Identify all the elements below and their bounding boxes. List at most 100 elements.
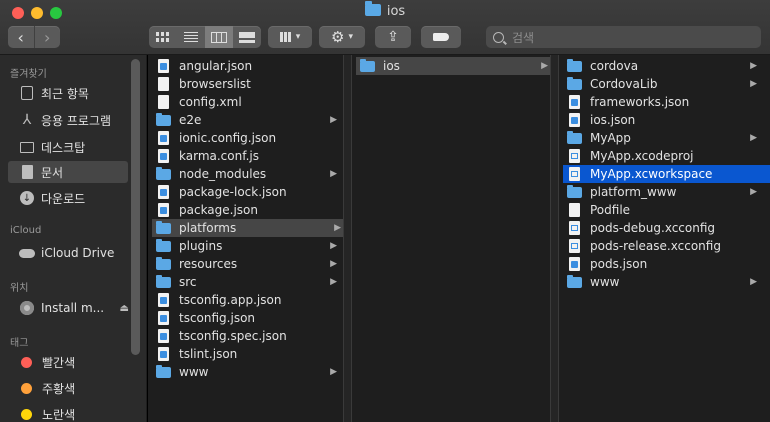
sidebar-item-tag-red[interactable]: 빨간색 [19, 351, 129, 373]
item-name: MyApp.xcworkspace [590, 167, 713, 181]
item-name: pods-release.xcconfig [590, 239, 721, 253]
file-icon [158, 329, 169, 343]
file-row[interactable]: tsconfig.json [156, 309, 339, 327]
gallery-view-button[interactable] [233, 26, 261, 48]
file-row[interactable]: pods.json [567, 255, 759, 273]
folder-row[interactable]: node_modules ▶ [156, 165, 339, 183]
folder-row[interactable]: resources ▶ [156, 255, 339, 273]
recents-icon [19, 85, 35, 101]
sidebar-item-applications[interactable]: ⅄ 응용 프로그램 [19, 109, 129, 131]
file-row[interactable]: pods-debug.xcconfig [567, 219, 759, 237]
finder-window: ios ‹ › ▾ ⚙ ▾ ⇪ 검색 즐겨찾기 최근 항목 ⅄ 응용 프로그램 … [0, 0, 770, 422]
folder-row[interactable]: plugins ▶ [156, 237, 339, 255]
list-view-button[interactable] [177, 26, 205, 48]
folder-icon [567, 58, 582, 72]
file-row[interactable]: package.json [156, 201, 339, 219]
file-row[interactable]: karma.conf.js [156, 147, 339, 165]
sidebar-item-documents[interactable]: 문서 [8, 161, 128, 183]
sidebar-item-recents[interactable]: 최근 항목 [19, 82, 129, 104]
sidebar-item-tag-orange[interactable]: 주황색 [19, 377, 129, 399]
folder-row[interactable]: www ▶ [567, 273, 759, 291]
search-placeholder: 검색 [512, 30, 535, 45]
folder-row[interactable]: src ▶ [156, 273, 339, 291]
item-name: www [179, 365, 209, 379]
sidebar-scrollbar[interactable] [131, 59, 140, 355]
item-name: tsconfig.json [179, 311, 256, 325]
search-field[interactable]: 검색 [486, 26, 761, 48]
chevron-right-icon: ▶ [330, 277, 337, 287]
icon-view-icon [156, 32, 170, 42]
window-title: ios [0, 1, 770, 19]
sidebar-heading-tags: 태그 [10, 338, 29, 349]
folder-icon [156, 364, 171, 378]
file-row[interactable]: MyApp.xcworkspace [563, 165, 770, 183]
chevron-right-icon: ▶ [330, 259, 337, 269]
item-name: tslint.json [179, 347, 238, 361]
file-icon [569, 221, 580, 235]
folder-row[interactable]: e2e ▶ [156, 111, 339, 129]
folder-row[interactable]: cordova ▶ [567, 57, 759, 75]
folder-icon [567, 184, 582, 198]
folder-row[interactable]: platform_www ▶ [567, 183, 759, 201]
file-icon [158, 77, 169, 91]
back-button[interactable]: ‹ [8, 26, 34, 48]
file-icon [569, 239, 580, 253]
folder-row[interactable]: CordovaLib ▶ [567, 75, 759, 93]
item-name: frameworks.json [590, 95, 690, 109]
group-by-button[interactable]: ▾ [268, 26, 312, 48]
chevron-right-icon: ▶ [750, 133, 757, 143]
file-row[interactable]: angular.json [156, 57, 339, 75]
sidebar-item-icloud-drive[interactable]: iCloud Drive [19, 242, 129, 264]
applications-icon: ⅄ [22, 112, 32, 128]
file-row[interactable]: ionic.config.json [156, 129, 339, 147]
file-icon [569, 149, 580, 163]
folder-row[interactable]: www ▶ [156, 363, 339, 381]
folder-icon [156, 238, 171, 252]
file-icon [158, 149, 169, 163]
folder-row[interactable]: ios ▶ [356, 57, 550, 75]
item-name: www [590, 275, 620, 289]
chevron-right-icon: ▶ [750, 187, 757, 197]
file-row[interactable]: ios.json [567, 111, 759, 129]
forward-button[interactable]: › [33, 26, 61, 48]
icon-view-button[interactable] [149, 26, 177, 48]
item-name: MyApp.xcodeproj [590, 149, 694, 163]
file-row[interactable]: package-lock.json [156, 183, 339, 201]
chevron-left-icon: ‹ [17, 27, 24, 47]
file-row[interactable]: MyApp.xcodeproj [567, 147, 759, 165]
eject-icon[interactable]: ⏏ [120, 303, 129, 314]
file-row[interactable]: config.xml [156, 93, 339, 111]
file-row[interactable]: browserslist [156, 75, 339, 93]
file-row[interactable]: pods-release.xcconfig [567, 237, 759, 255]
sidebar-item-tag-yellow[interactable]: 노란색 [19, 403, 129, 422]
sidebar-item-downloads[interactable]: ↓ 다운로드 [19, 187, 129, 209]
documents-icon [19, 164, 35, 180]
tags-button[interactable] [421, 26, 461, 48]
file-icon [158, 293, 169, 307]
folder-icon [156, 112, 171, 126]
orange-tag-icon [21, 382, 32, 394]
action-button[interactable]: ⚙ ▾ [319, 26, 365, 48]
file-row[interactable]: tsconfig.spec.json [156, 327, 339, 345]
sidebar-item-desktop[interactable]: 데스크탑 [19, 136, 129, 158]
file-row[interactable]: frameworks.json [567, 93, 759, 111]
item-name: Podfile [590, 203, 631, 217]
item-name: config.xml [179, 95, 242, 109]
column-ios: cordova ▶ CordovaLib ▶ frameworks.json ios.js… [558, 55, 770, 422]
folder-row[interactable]: platforms ▶ [152, 219, 343, 237]
column-view-button[interactable] [205, 26, 233, 48]
chevron-right-icon: ▶ [750, 79, 757, 89]
sidebar-item-install-disk[interactable]: Install m... ⏏ [19, 297, 129, 319]
item-name: ionic.config.json [179, 131, 277, 145]
search-icon [493, 31, 504, 43]
folder-icon [156, 220, 171, 234]
file-row[interactable]: Podfile [567, 201, 759, 219]
item-name: ios [383, 59, 400, 73]
folder-icon [567, 76, 582, 90]
share-button[interactable]: ⇪ [375, 26, 411, 48]
item-name: cordova [590, 59, 639, 73]
item-name: angular.json [179, 59, 253, 73]
file-row[interactable]: tsconfig.app.json [156, 291, 339, 309]
file-row[interactable]: tslint.json [156, 345, 339, 363]
folder-row[interactable]: MyApp ▶ [567, 129, 759, 147]
